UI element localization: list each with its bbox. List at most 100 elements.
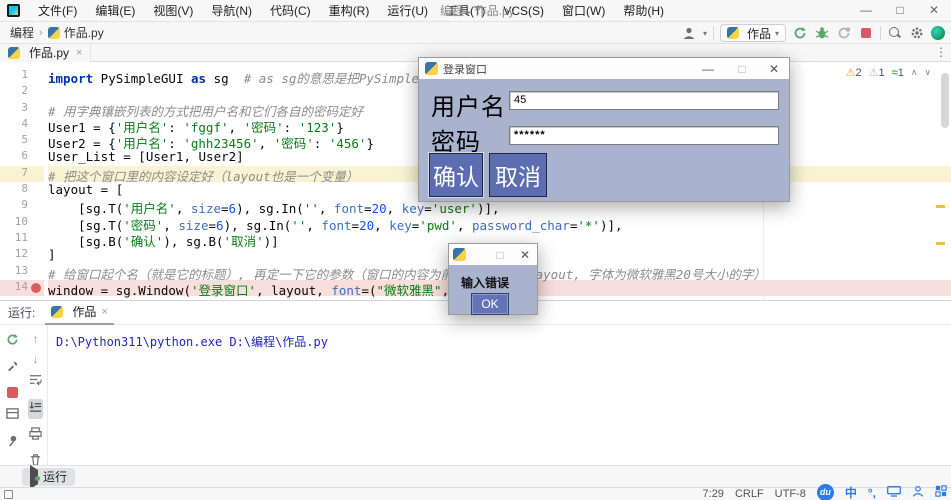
gutter[interactable]: 1 2 3 4 5 6 7 8 9 10 11 12 13 14 — [0, 68, 44, 297]
rerun-icon[interactable] — [6, 333, 19, 351]
menu-item-2[interactable]: 视图(V) — [144, 0, 202, 22]
gutter-line[interactable]: 3 — [0, 101, 44, 117]
prev-problem-icon[interactable]: ∧ — [911, 67, 918, 78]
profiler-button[interactable] — [836, 25, 852, 41]
login-maximize-button[interactable]: □ — [725, 62, 759, 76]
file-encoding[interactable]: UTF-8 — [775, 488, 806, 500]
python-file-icon — [51, 305, 64, 318]
gutter-line[interactable]: 5 — [0, 133, 44, 149]
baidu-ime-logo-icon[interactable]: du — [816, 483, 834, 500]
login-close-button[interactable]: ✕ — [759, 62, 789, 76]
username-input[interactable]: 45 — [509, 91, 779, 110]
weak-warning-icon: ⚠ — [868, 67, 879, 79]
pin-icon[interactable] — [6, 434, 19, 452]
caret-position[interactable]: 7:29 — [703, 488, 724, 500]
breadcrumb-project[interactable]: 编程 — [10, 24, 34, 41]
user-profile-icon[interactable] — [681, 25, 697, 41]
gutter-line[interactable]: 14 — [0, 279, 44, 297]
error-title-bar[interactable]: □ ✕ — [449, 244, 537, 265]
up-stacktrace-icon[interactable]: ↑ — [33, 333, 39, 345]
gutter-line[interactable]: 4 — [0, 117, 44, 133]
toolwindow-toggle-icon[interactable] — [4, 489, 13, 499]
run-config-selector[interactable]: 作品 ▾ — [719, 24, 786, 42]
rerun-button[interactable] — [792, 25, 808, 41]
down-stacktrace-icon[interactable]: ↓ — [33, 353, 39, 365]
run-tab[interactable]: 作品 × — [45, 301, 114, 325]
gutter-line[interactable]: 11 — [0, 231, 44, 247]
maximize-button[interactable]: □ — [883, 0, 917, 22]
status-bar: 7:29 CRLF UTF-8 du 中 °, — [0, 483, 951, 500]
breadcrumb-file[interactable]: 作品.py — [64, 24, 104, 41]
menu-item-4[interactable]: 代码(C) — [261, 0, 320, 22]
close-button[interactable]: ✕ — [917, 0, 951, 22]
ime-user-icon[interactable] — [912, 485, 924, 500]
gutter-line[interactable]: 6 — [0, 149, 44, 165]
inspections-widget[interactable]: ⚠2 ⚠1 ≈1 ∧ ∨ — [841, 65, 935, 80]
layout-settings-icon[interactable] — [5, 407, 19, 425]
python-file-icon — [8, 46, 20, 59]
menu-item-10[interactable]: 帮助(H) — [614, 0, 673, 22]
breakpoint-dot[interactable] — [31, 282, 41, 293]
error-maximize-button[interactable]: □ — [487, 248, 513, 262]
gutter-line[interactable]: 1 — [0, 68, 44, 84]
gutter-line[interactable]: 10 — [0, 215, 44, 231]
login-window: 登录窗口 — □ ✕ 用户名 45 密码 ****** 确认 取消 — [418, 57, 790, 202]
error-message: 输入错误 — [461, 276, 510, 290]
editor-scrollbar[interactable] — [941, 73, 949, 128]
user-dropdown-icon[interactable]: ▾ — [703, 29, 707, 38]
settings-gear-icon[interactable] — [909, 25, 925, 41]
search-everywhere-icon[interactable] — [887, 25, 903, 41]
error-body: 输入错误 OK — [449, 265, 537, 315]
menu-item-3[interactable]: 导航(N) — [202, 0, 261, 22]
gutter-line[interactable]: 12 — [0, 247, 44, 263]
warning-stripe-mark[interactable] — [936, 242, 945, 245]
chevron-down-icon: ▾ — [774, 28, 779, 38]
login-minimize-button[interactable]: — — [691, 62, 725, 76]
warning-stripe-mark[interactable] — [936, 205, 945, 208]
ime-language-mode[interactable]: 中 — [845, 484, 857, 500]
gutter-line[interactable]: 7 — [0, 165, 44, 183]
password-input[interactable]: ****** — [509, 126, 779, 145]
ime-punctuation-mode[interactable]: °, — [868, 486, 876, 500]
run-panel-label: 运行: — [8, 306, 36, 320]
tab-close-icon[interactable]: × — [76, 47, 82, 59]
scroll-to-end-icon[interactable] — [28, 399, 43, 419]
code-line: [sg.T('密码', size=6), sg.In('', font=20, … — [48, 217, 623, 233]
python-file-icon — [47, 26, 60, 39]
error-close-button[interactable]: ✕ — [513, 248, 537, 262]
run-tab-close-icon[interactable]: × — [101, 306, 107, 318]
ime-toolbox-grid-icon[interactable] — [935, 485, 947, 500]
stop-icon[interactable] — [6, 387, 18, 398]
next-problem-icon[interactable]: ∨ — [924, 67, 931, 78]
print-icon[interactable] — [29, 427, 42, 445]
pycharm-logo-icon — [7, 4, 20, 17]
confirm-button[interactable]: 确认 — [429, 153, 483, 197]
debug-button[interactable] — [814, 25, 830, 41]
soft-wrap-icon[interactable] — [29, 373, 42, 391]
menu-item-9[interactable]: 窗口(W) — [553, 0, 614, 22]
ide-plugin-logo-icon[interactable] — [931, 26, 945, 40]
menu-item-1[interactable]: 编辑(E) — [86, 0, 144, 22]
gutter-line[interactable]: 2 — [0, 84, 44, 100]
ok-button[interactable]: OK — [471, 293, 509, 315]
tab-options-icon[interactable]: ⋮ — [935, 45, 947, 59]
tab-file[interactable]: 作品.py × — [0, 43, 92, 62]
menu-item-5[interactable]: 重构(R) — [320, 0, 379, 22]
run-toolwindow-button[interactable]: 运行 — [22, 464, 76, 489]
modify-run-config-icon[interactable] — [6, 360, 19, 378]
console-output[interactable]: D:\Python311\python.exe D:\编程\作品.py — [56, 333, 943, 350]
minimize-button[interactable]: — — [849, 0, 883, 22]
cancel-button[interactable]: 取消 — [489, 153, 547, 197]
login-title-bar[interactable]: 登录窗口 — □ ✕ — [419, 58, 789, 79]
stop-button[interactable] — [858, 25, 874, 41]
ime-keyboard-icon[interactable] — [887, 485, 901, 500]
line-separator[interactable]: CRLF — [735, 488, 764, 500]
gutter-line[interactable]: 13 — [0, 264, 44, 280]
gutter-line[interactable]: 9 — [0, 198, 44, 214]
menu-item-6[interactable]: 运行(U) — [378, 0, 437, 22]
run-toolwindow-label: 运行 — [43, 470, 68, 484]
gutter-line[interactable]: 8 — [0, 182, 44, 198]
warning-icon: ⚠ — [845, 67, 856, 79]
menu-bar: 文件(F) 编辑(E) 视图(V) 导航(N) 代码(C) 重构(R) 运行(U) 工具(T)… — [29, 0, 673, 22]
menu-item-0[interactable]: 文件(F) — [29, 0, 86, 22]
